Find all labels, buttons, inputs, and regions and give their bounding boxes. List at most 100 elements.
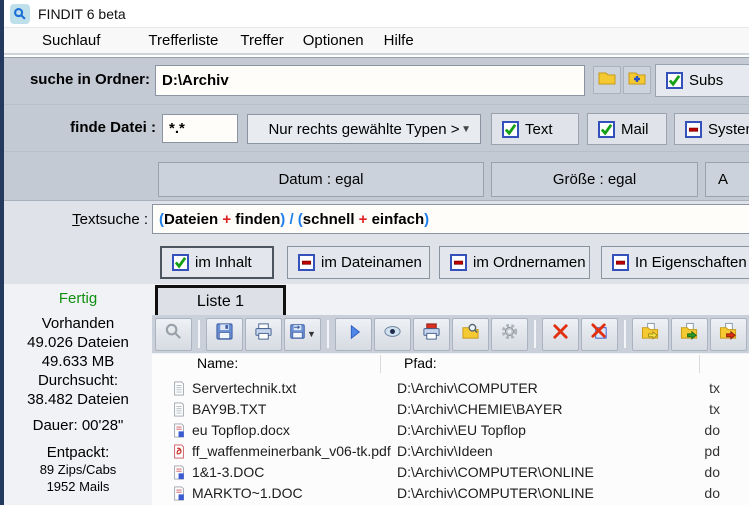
search-folder-row: suche in Ordner: D:\Archiv [4,57,749,104]
query-term: schnell [303,211,355,228]
status-unpacked-zips: 89 Zips/Cabs [4,461,152,478]
save-icon [215,322,234,346]
menu-optionen[interactable]: Optionen [303,32,364,49]
column-separator [699,355,700,373]
type-filter-dropdown[interactable]: Nur rechts gewählte Typen > ▼ [247,114,481,144]
add-folder-button[interactable] [623,66,651,94]
print-button[interactable] [245,318,282,351]
chevron-down-icon: ▼ [307,329,316,339]
status-sidebar: Fertig Vorhanden 49.026 Dateien 49.633 M… [4,290,152,495]
print-icon [254,322,273,346]
export-to-folder-button[interactable] [710,318,747,351]
file-ext: tx [652,380,720,396]
checkbox-minus-icon [685,121,702,138]
table-row[interactable]: eu Topflop.docx D:\Archiv\EU Topflop do [152,420,749,441]
menu-bar: Suchlauf Trefferliste Treffer Optionen H… [4,28,749,55]
table-row[interactable]: 1&1-3.DOC D:\Archiv\COMPUTER\ONLINE do [152,462,749,483]
window-title: FINDIT 6 beta [38,6,126,22]
status-unpacked-mails: 1952 Mails [4,478,152,495]
type-mail-label: Mail [621,121,649,138]
menu-hilfe[interactable]: Hilfe [384,32,414,49]
copy-to-folder-button[interactable] [632,318,669,351]
checkbox-checked-icon [666,72,683,89]
checkbox-checked-icon [172,254,189,271]
file-name: BAY9B.TXT [192,401,266,417]
subs-checkbox[interactable]: Subs [655,64,749,97]
move-to-folder-button[interactable] [671,318,708,351]
pdf-file-icon [172,444,186,462]
scope-filename-checkbox[interactable]: im Dateinamen [287,246,430,279]
file-name: eu Topflop.docx [192,422,290,438]
folder-arrow-red-icon [719,322,738,346]
scope-properties-checkbox[interactable]: In Eigenschaften [601,246,749,279]
title-bar[interactable]: FINDIT 6 beta [4,0,749,28]
print-marked-icon [422,322,441,346]
file-path: D:\Archiv\COMPUTER [397,380,538,396]
toolbar-separator [327,320,329,348]
type-system-checkbox[interactable]: System [674,113,749,145]
menu-suchlauf[interactable]: Suchlauf [42,32,100,49]
table-row[interactable]: Servertechnik.txt D:\Archiv\COMPUTER tx [152,378,749,399]
file-pattern-input[interactable]: *.* [162,114,238,143]
app-window: FINDIT 6 beta Suchlauf Trefferliste Tref… [0,0,749,505]
gear-icon [500,322,519,346]
size-filter-button[interactable]: Größe : egal [491,162,698,197]
file-path: D:\Archiv\COMPUTER\ONLINE [397,485,594,501]
date-filter-button[interactable]: Datum : egal [158,162,484,197]
save-button[interactable] [206,318,243,351]
text-file-icon [172,381,186,399]
table-row[interactable]: BAY9B.TXT D:\Archiv\CHEMIE\BAYER tx [152,399,749,420]
tab-liste1[interactable]: Liste 1 [155,285,286,315]
settings-button[interactable] [491,318,528,351]
filter-row: Datum : egal Größe : egal A [4,151,749,200]
find-file-label: finde Datei : [18,119,156,136]
text-search-input[interactable]: ( Dateien + finden ) / ( schnell + einfa… [152,204,749,234]
attribute-filter-button[interactable]: A [705,162,749,197]
save-as-button[interactable]: ▼ [284,318,321,351]
search-button[interactable] [155,318,192,351]
type-filter-value: Nur rechts gewählte Typen > [268,121,459,138]
status-duration: Dauer: 00'28" [4,417,152,434]
status-line: 49.026 Dateien [4,333,152,352]
search-folder-label: suche in Ordner: [18,71,150,88]
search-folder-input[interactable]: D:\Archiv [155,65,585,96]
table-row[interactable]: MARKTO~1.DOC D:\Archiv\COMPUTER\ONLINE d… [152,483,749,504]
preview-button[interactable] [374,318,411,351]
scope-content-checkbox[interactable]: im Inhalt [160,246,274,279]
menu-trefferliste[interactable]: Trefferliste [148,32,218,49]
menu-treffer[interactable]: Treffer [240,32,283,49]
table-row[interactable]: ff_waffenmeinerbank_v06-tk.pdf D:\Archiv… [152,441,749,462]
open-found-folder-button[interactable] [452,318,489,351]
file-name: 1&1-3.DOC [192,464,264,480]
text-search-label: Textsuche : [22,211,148,228]
status-line: 38.482 Dateien [4,390,152,409]
file-path: D:\Archiv\Ideen [397,443,493,459]
checkbox-checked-icon [502,121,519,138]
column-header-path[interactable]: Pfad: [404,355,437,371]
checkbox-minus-icon [298,254,315,271]
delete-all-button[interactable] [581,318,618,351]
type-text-checkbox[interactable]: Text [491,113,579,145]
folder-plus-icon [627,68,647,93]
run-button[interactable] [335,318,372,351]
print-marked-button[interactable] [413,318,450,351]
file-ext: do [652,422,720,438]
toolbar-separator [198,320,200,348]
subs-label: Subs [689,72,723,89]
status-line: Durchsucht: [4,371,152,390]
delete-button[interactable] [542,318,579,351]
results-section: Fertig Vorhanden 49.026 Dateien 49.633 M… [4,284,749,505]
file-name: Servertechnik.txt [192,380,296,396]
query-term: einfach [372,211,425,228]
text-search-label-initial: T [72,211,80,228]
folder-icon [597,68,617,93]
scope-foldername-checkbox[interactable]: im Ordnernamen [439,246,590,279]
checkbox-minus-icon [450,254,467,271]
column-separator [380,355,381,373]
checkbox-checked-icon [598,121,615,138]
browse-folder-button[interactable] [593,66,621,94]
column-header-name[interactable]: Name: [197,355,238,371]
file-path: D:\Archiv\COMPUTER\ONLINE [397,464,594,480]
type-mail-checkbox[interactable]: Mail [587,113,667,145]
text-search-section: Textsuche : ( Dateien + finden ) / ( sch… [4,200,749,284]
